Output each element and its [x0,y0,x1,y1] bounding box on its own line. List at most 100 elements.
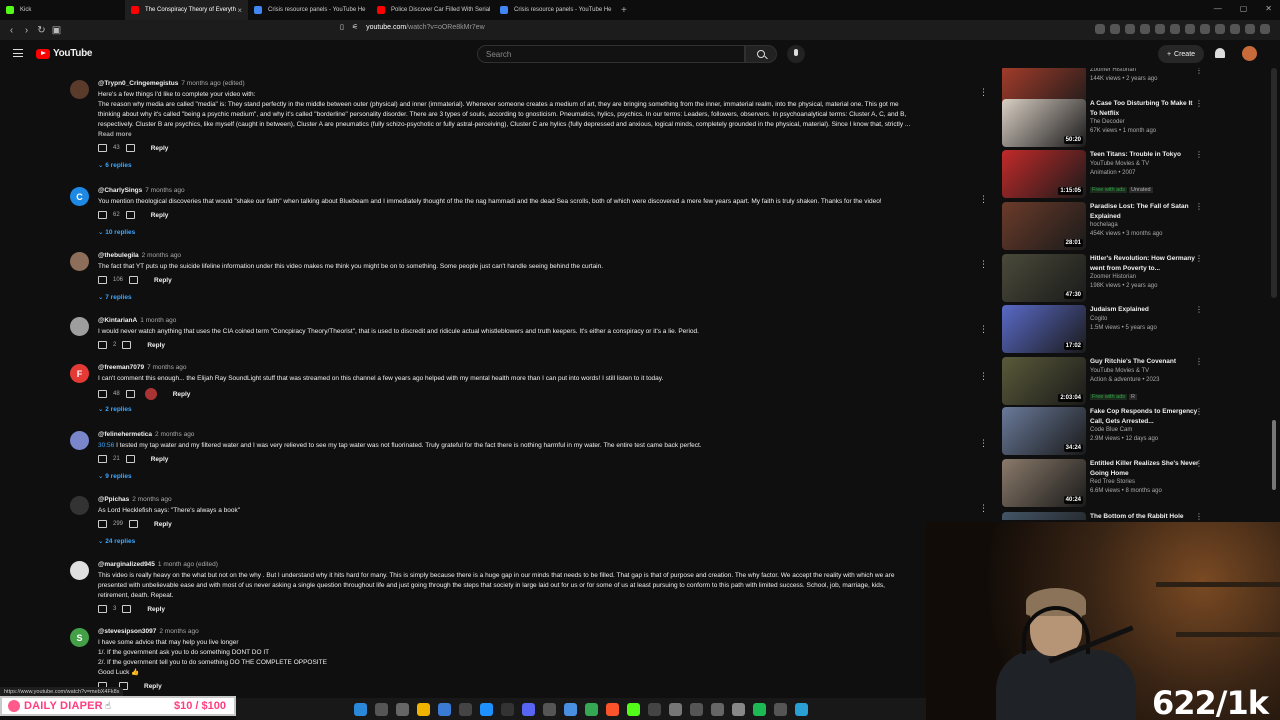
comment-more-icon[interactable] [979,319,982,329]
commenter-avatar[interactable] [70,252,89,271]
comment-author[interactable]: @KintarianA [98,317,137,324]
sidebar-toggle-icon[interactable]: ▣ [49,25,64,36]
new-tab-button[interactable]: + [621,5,627,16]
video-more-icon[interactable]: ⋮ [1195,202,1203,211]
channel-name[interactable]: YouTube Movies & TV [1090,160,1200,169]
comment-time[interactable]: 2 months ago [142,252,181,259]
browser-tab[interactable]: Crisis resource panels - YouTube He [494,0,617,20]
search-button[interactable] [745,45,777,63]
comment-time[interactable]: 2 months ago [132,496,171,503]
recommended-video[interactable]: 17:02 Judaism Explained Cogito 1.5M views •… [1000,305,1210,355]
like-icon[interactable] [98,390,107,398]
video-more-icon[interactable]: ⋮ [1195,150,1203,159]
dislike-icon[interactable] [122,341,132,349]
like-icon[interactable] [98,455,107,463]
recommended-video[interactable]: 40:24 Entitled Killer Realizes She's Neve… [1000,459,1210,509]
reload-icon[interactable]: ↻ [34,25,49,36]
extension-icon[interactable] [1185,24,1195,34]
channel-name[interactable]: The Decoder [1090,118,1200,127]
channel-name[interactable]: Cogito [1090,315,1200,324]
view-replies-button[interactable]: 9 replies [98,472,131,480]
like-icon[interactable] [98,341,107,349]
recommended-video[interactable]: 47:30 Hitler's Revolution: How Germany we… [1000,254,1210,304]
comment-more-icon[interactable] [979,82,982,92]
search-taskbar-icon[interactable] [375,702,388,716]
app-icon[interactable] [627,702,640,716]
video-thumbnail[interactable]: 17:02 [1002,305,1086,353]
settings-icon[interactable] [669,702,682,716]
reply-button[interactable]: Reply [151,456,169,463]
comment-time[interactable]: 7 months ago [147,364,186,371]
like-icon[interactable] [98,605,107,613]
dislike-icon[interactable] [125,390,135,398]
reply-button[interactable]: Reply [147,606,165,613]
video-more-icon[interactable]: ⋮ [1195,459,1203,468]
video-thumbnail[interactable]: 50:20 [1002,99,1086,147]
video-more-icon[interactable]: ⋮ [1195,407,1203,416]
commenter-avatar[interactable]: C [70,187,89,206]
scrollbar-thumb[interactable] [1272,420,1276,490]
video-title[interactable]: A Case Too Disturbing To Make It To Netf… [1090,99,1200,118]
like-icon[interactable] [98,144,107,152]
comment-time[interactable]: 1 month ago [140,317,176,324]
comment-author[interactable]: @Trypn0_Cringemegistus [98,80,178,87]
timestamp-link[interactable]: 30:56 [98,442,114,449]
url-field[interactable]: ▯ ⚟ youtube.com/watch?v=oORe8kMr7ew [340,23,485,32]
like-icon[interactable] [98,276,107,284]
video-title[interactable]: Entitled Killer Realizes She's Never Goi… [1090,459,1200,478]
app-icon[interactable] [438,702,451,716]
bookmark-icon[interactable]: ▯ [340,23,344,31]
video-more-icon[interactable]: ⋮ [1195,68,1203,75]
commenter-avatar[interactable] [70,317,89,336]
commenter-avatar[interactable] [70,496,89,515]
reply-button[interactable]: Reply [151,145,169,152]
reply-button[interactable]: Reply [147,342,165,349]
view-replies-button[interactable]: 24 replies [98,537,135,545]
commenter-avatar[interactable]: S [70,628,89,647]
dislike-icon[interactable] [125,455,135,463]
reply-button[interactable]: Reply [151,212,169,219]
video-more-icon[interactable]: ⋮ [1195,512,1203,520]
like-icon[interactable] [98,211,107,219]
comment-time[interactable]: 2 months ago [159,628,198,635]
comment-more-icon[interactable] [979,189,982,199]
reply-button[interactable]: Reply [173,391,191,398]
comment-author[interactable]: @stevesipson3097 [98,628,156,635]
commenter-avatar[interactable] [70,80,89,99]
app-icon[interactable] [711,702,724,716]
extension-icon[interactable] [1230,24,1240,34]
commenter-avatar[interactable] [70,431,89,450]
app-icon[interactable] [732,702,745,716]
app-icon[interactable] [774,702,787,716]
browser-tab[interactable]: Police Discover Car Filled With Serial [371,0,494,20]
close-window-icon[interactable]: ✕ [1265,4,1272,13]
comment-author[interactable]: @felinehermetica [98,431,152,438]
comment-more-icon[interactable] [979,433,982,443]
channel-name[interactable]: YouTube Movies & TV [1090,367,1200,376]
channel-name[interactable]: hochelaga [1090,221,1200,230]
app-icon[interactable] [480,702,493,716]
video-thumbnail[interactable]: 2:03:04 [1002,357,1086,405]
app-icon[interactable] [690,702,703,716]
menu-icon[interactable] [13,49,23,57]
reply-button[interactable]: Reply [154,277,172,284]
channel-name[interactable]: Code Blue Cam [1090,426,1200,435]
video-more-icon[interactable]: ⋮ [1195,99,1203,108]
video-thumbnail[interactable]: 1:15:05 [1002,150,1086,198]
video-more-icon[interactable]: ⋮ [1195,357,1203,366]
comment-time[interactable]: 7 months ago (edited) [181,80,244,87]
video-thumbnail[interactable]: 47:30 [1002,254,1086,302]
comment-author[interactable]: @freeman7079 [98,364,144,371]
app-icon[interactable] [543,702,556,716]
browser-tab[interactable]: Kick [0,0,125,20]
extension-icon[interactable] [1110,24,1120,34]
start-icon[interactable] [354,702,367,716]
minimize-icon[interactable]: — [1214,4,1222,13]
maximize-icon[interactable]: ▢ [1240,4,1248,13]
video-thumbnail[interactable]: 28:01 [1002,202,1086,250]
extension-icon[interactable] [1095,24,1105,34]
video-thumbnail[interactable]: 34:24 [1002,407,1086,455]
account-avatar[interactable] [1242,46,1257,61]
browser-tab[interactable]: Crisis resource panels - YouTube He [248,0,371,20]
comment-time[interactable]: 1 month ago (edited) [158,561,218,568]
